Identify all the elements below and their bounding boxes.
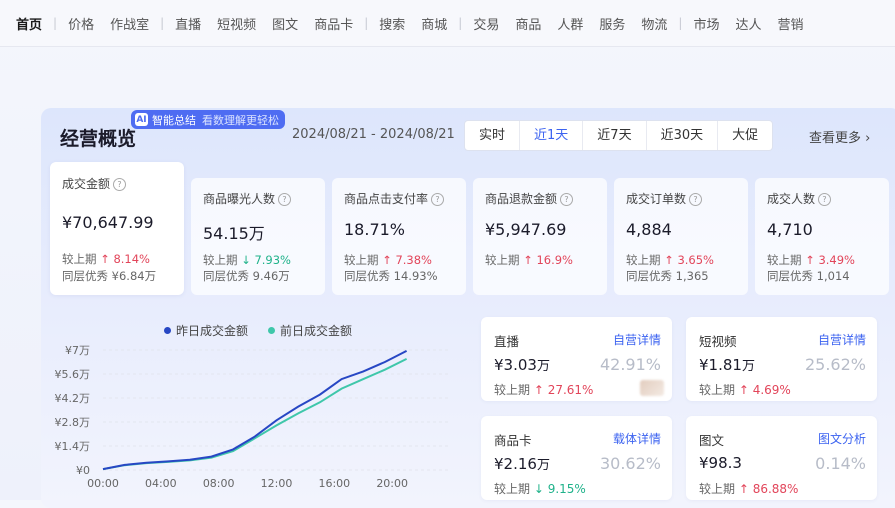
channel-change: 较上期 ↓ 9.15%	[494, 480, 586, 497]
y-tick-label: ¥0	[76, 464, 90, 477]
channel-card: 短视频 自营详情 ¥1.81万 25.62% 较上期 ↑ 4.69%	[686, 317, 877, 401]
channel-name: 图文	[699, 433, 725, 448]
change-label: 较上期	[494, 482, 534, 496]
channel-card: 商品卡 载体详情 ¥2.16万 30.62% 较上期 ↓ 9.15%	[481, 416, 672, 500]
y-tick-label: ¥4.2万	[55, 392, 91, 405]
channel-value: ¥2.16万	[494, 454, 550, 473]
change-label: 较上期	[699, 383, 739, 397]
channel-detail-link[interactable]: 自营详情	[613, 331, 661, 348]
x-tick-label: 04:00	[145, 477, 177, 490]
channel-share: 30.62%	[599, 454, 661, 473]
change-value: ↑ 27.61%	[533, 383, 594, 397]
channel-detail-link[interactable]: 图文分析	[818, 430, 866, 447]
channel-value-unit: 万	[741, 359, 755, 374]
channel-value: ¥1.81万	[699, 355, 755, 374]
channel-value: ¥3.03万	[494, 355, 550, 374]
channel-share: 0.14%	[815, 454, 866, 473]
channel-name: 商品卡	[494, 433, 532, 448]
channel-name: 短视频	[699, 334, 737, 349]
x-tick-label: 12:00	[261, 477, 293, 490]
change-value: ↑ 86.88%	[738, 482, 799, 496]
channel-change: 较上期 ↑ 27.61%	[494, 381, 593, 398]
series-line	[102, 350, 408, 471]
change-value: ↑ 4.69%	[738, 383, 791, 397]
channel-change: 较上期 ↑ 86.88%	[699, 480, 798, 497]
x-tick-label: 08:00	[203, 477, 235, 490]
y-tick-label: ¥7万	[65, 344, 90, 357]
channel-value-number: ¥1.81	[699, 356, 742, 374]
change-value: ↓ 9.15%	[533, 482, 586, 496]
channel-value-number: ¥2.16	[494, 455, 537, 473]
x-tick-label: 16:00	[318, 477, 350, 490]
channel-share: 42.91%	[599, 355, 661, 374]
channel-detail-link[interactable]: 载体详情	[613, 430, 661, 447]
channel-value-unit: 万	[536, 458, 550, 473]
channel-detail-link[interactable]: 自营详情	[818, 331, 866, 348]
channel-value-number: ¥3.03	[494, 356, 537, 374]
change-label: 较上期	[699, 482, 739, 496]
x-tick-label: 20:00	[376, 477, 408, 490]
blurred-thumbnail	[640, 380, 664, 396]
channel-name: 直播	[494, 334, 520, 349]
y-tick-label: ¥5.6万	[55, 368, 91, 381]
series-line	[102, 358, 408, 471]
change-label: 较上期	[494, 383, 534, 397]
channel-change: 较上期 ↑ 4.69%	[699, 381, 791, 398]
channel-share: 25.62%	[804, 355, 866, 374]
y-tick-label: ¥1.4万	[55, 440, 91, 453]
channel-value: ¥98.3	[699, 454, 742, 472]
y-tick-label: ¥2.8万	[55, 416, 91, 429]
channel-value-unit: 万	[536, 359, 550, 374]
x-tick-label: 00:00	[87, 477, 119, 490]
channel-value-number: ¥98.3	[699, 454, 742, 472]
channel-card: 图文 图文分析 ¥98.3 0.14% 较上期 ↑ 86.88%	[686, 416, 877, 500]
